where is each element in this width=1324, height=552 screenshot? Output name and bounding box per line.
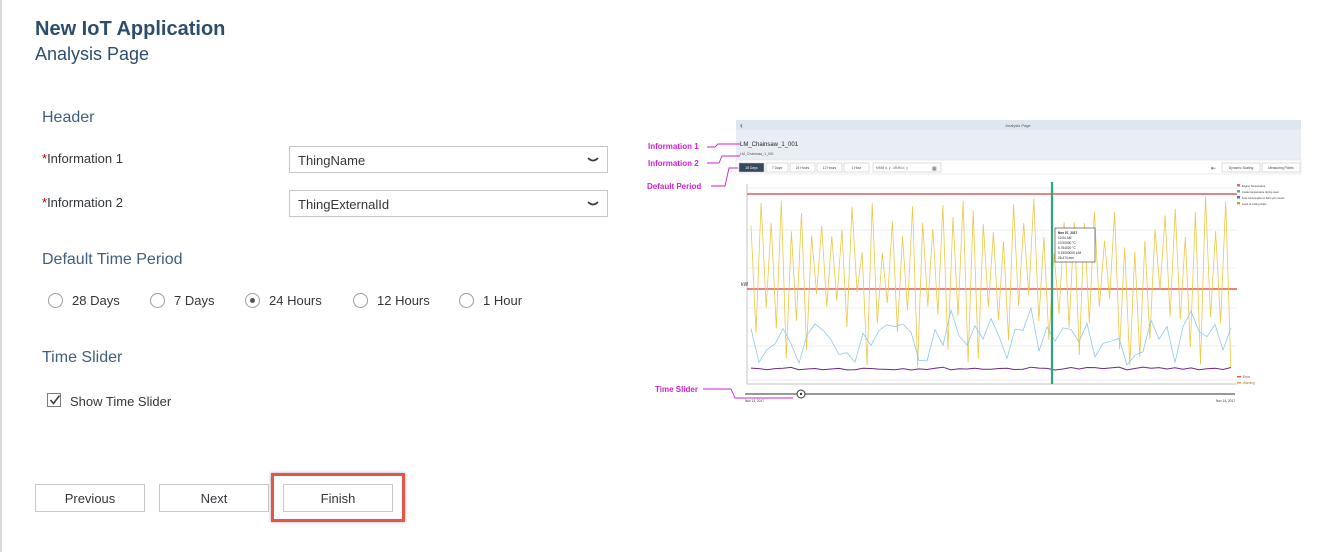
preview-info-bar xyxy=(736,130,1301,160)
time-period-radio-group: 28 Days 7 Days 24 Hours 12 Hours 1 Hour xyxy=(48,292,588,312)
radio-circle xyxy=(353,293,368,308)
preview-period-tab-label: 24 Hours xyxy=(796,166,810,170)
window-border xyxy=(0,0,2,552)
preview-period-tab-label: 28 Days xyxy=(745,166,757,170)
information-1-label-text: Information 1 xyxy=(47,151,123,166)
information-2-label-text: Information 2 xyxy=(47,195,123,210)
preview-period-tab-label: 12 Hours xyxy=(823,166,837,170)
annotation-info2-label: Information 2 xyxy=(648,159,699,168)
calendar-icon: ▦ xyxy=(932,166,937,172)
information-2-value: ThingExternalId xyxy=(298,197,390,212)
preview-legend-label: Level of cutting chain xyxy=(1242,202,1267,206)
finish-button[interactable]: Finish xyxy=(283,484,393,512)
radio-label: 28 Days xyxy=(72,293,120,308)
information-2-label: *Information 2 xyxy=(42,195,123,210)
preview-legend-swatch xyxy=(1237,196,1240,199)
preview-legend-label: Engine Temperature xyxy=(1242,184,1266,188)
back-icon: ‹ xyxy=(740,121,743,130)
annotation-info1-pointer xyxy=(707,143,740,148)
preview-tooltip-line: 10.00000 °C xyxy=(1058,241,1076,245)
default-period-section-title: Default Time Period xyxy=(42,251,183,268)
radio-circle xyxy=(48,293,63,308)
radio-label: 1 Hour xyxy=(483,293,523,308)
annotation-default-period: Default Period xyxy=(647,167,738,191)
preview-thing-id: LM_Chainsaw_1_001 xyxy=(740,152,774,156)
preview-period-tab-label: 7 Days xyxy=(772,166,783,170)
preview-chart xyxy=(746,182,1237,385)
information-2-select[interactable]: ThingExternalId xyxy=(289,190,608,217)
preview-slider-handle-dot xyxy=(799,392,803,396)
annotation-time-slider: Time Slider xyxy=(655,385,793,399)
preview-series-blue xyxy=(750,306,1232,366)
radio-label: 24 Hours xyxy=(269,293,322,308)
preview-tooltip-line: 6.764020 °C xyxy=(1058,246,1076,250)
preview-thing-name: LM_Chainsaw_1_001 xyxy=(740,142,799,148)
preview-tooltip-line: 10:00 AM xyxy=(1058,236,1072,240)
preview-measuring-points-label: Measuring Points xyxy=(1268,166,1294,170)
legend-warning-label: Warning xyxy=(1243,381,1255,385)
preview-tooltip-line: 26.474 mm xyxy=(1058,256,1074,260)
annotation-period-pointer xyxy=(711,167,738,187)
preview-legend-swatch xyxy=(1237,202,1240,205)
preview-slider-start: Nov 13, 2017 xyxy=(745,399,764,403)
preview-legend-label: Fuel consumption in liters per minute xyxy=(1242,196,1285,200)
information-1-select[interactable]: ThingName xyxy=(289,146,608,173)
preview-legend-swatch xyxy=(1237,184,1240,187)
checkmark-icon xyxy=(49,395,61,405)
analysis-page-preview: ‹ Analysis Page LM_Chainsaw_1_001 LM_Cha… xyxy=(645,118,1305,408)
annotation-info2: Information 2 xyxy=(648,155,740,168)
radio-circle xyxy=(150,293,165,308)
radio-label: 7 Days xyxy=(174,293,215,308)
information-1-value: ThingName xyxy=(298,153,366,168)
radio-label: 12 Hours xyxy=(377,293,430,308)
preview-y-axis-label: kW xyxy=(741,282,749,288)
annotation-info1: Information 1 xyxy=(648,142,740,151)
preview-series-yellow xyxy=(750,196,1232,368)
preview-date-placeholder: MMM d, y - MMM d, y xyxy=(876,166,908,170)
header-section-title: Header xyxy=(42,109,95,126)
legend-error-label: Error xyxy=(1243,375,1251,379)
preview-header-title: Analysis Page xyxy=(1005,123,1031,128)
chevron-down-icon xyxy=(585,194,601,212)
preview-slider-end: Nov 14, 2017 xyxy=(1216,399,1235,403)
legend-warning-swatch xyxy=(1237,382,1241,384)
chevron-down-icon xyxy=(585,150,601,168)
annotation-info1-label: Information 1 xyxy=(648,142,699,151)
preview-legend-swatch xyxy=(1237,190,1240,193)
preview-tooltip-line: Nov 07, 2017 xyxy=(1058,231,1078,235)
preview-dynamic-scaling-label: Dynamic Scaling xyxy=(1229,166,1254,170)
page-title: New IoT Application xyxy=(35,18,226,40)
preview-tooltip-line: 0.19000000 L/M xyxy=(1058,251,1081,255)
show-time-slider-checkbox[interactable]: Show Time Slider xyxy=(47,393,247,411)
checkbox-box xyxy=(47,393,61,407)
radio-dot xyxy=(250,298,255,303)
preview-illustration: ‹ Analysis Page LM_Chainsaw_1_001 LM_Cha… xyxy=(647,120,1302,403)
preview-series-purple xyxy=(750,366,1232,371)
legend-error-swatch xyxy=(1237,376,1241,378)
radio-circle xyxy=(459,293,474,308)
show-time-slider-label: Show Time Slider xyxy=(70,394,172,409)
preview-legend-label: Cooler temperature during used xyxy=(1242,190,1279,194)
previous-button[interactable]: Previous xyxy=(35,484,145,512)
preview-period-tab-label: 1 Hour xyxy=(852,166,863,170)
radio-circle-selected xyxy=(245,293,260,308)
information-1-label: *Information 1 xyxy=(42,151,123,166)
reset-zoom-icon: ⇤ xyxy=(1211,166,1216,172)
next-button[interactable]: Next xyxy=(159,484,269,512)
annotation-period-label: Default Period xyxy=(647,182,701,191)
time-slider-section-title: Time Slider xyxy=(42,349,123,366)
annotation-info2-pointer xyxy=(707,155,740,164)
page-subtitle: Analysis Page xyxy=(35,44,150,64)
preview-legend: Engine Temperature Cooler temperature dur… xyxy=(1237,184,1285,206)
annotation-slider-label: Time Slider xyxy=(655,385,698,394)
preview-period-tabs: 28 Days 7 Days 24 Hours 12 Hours 1 Hour xyxy=(738,162,870,173)
